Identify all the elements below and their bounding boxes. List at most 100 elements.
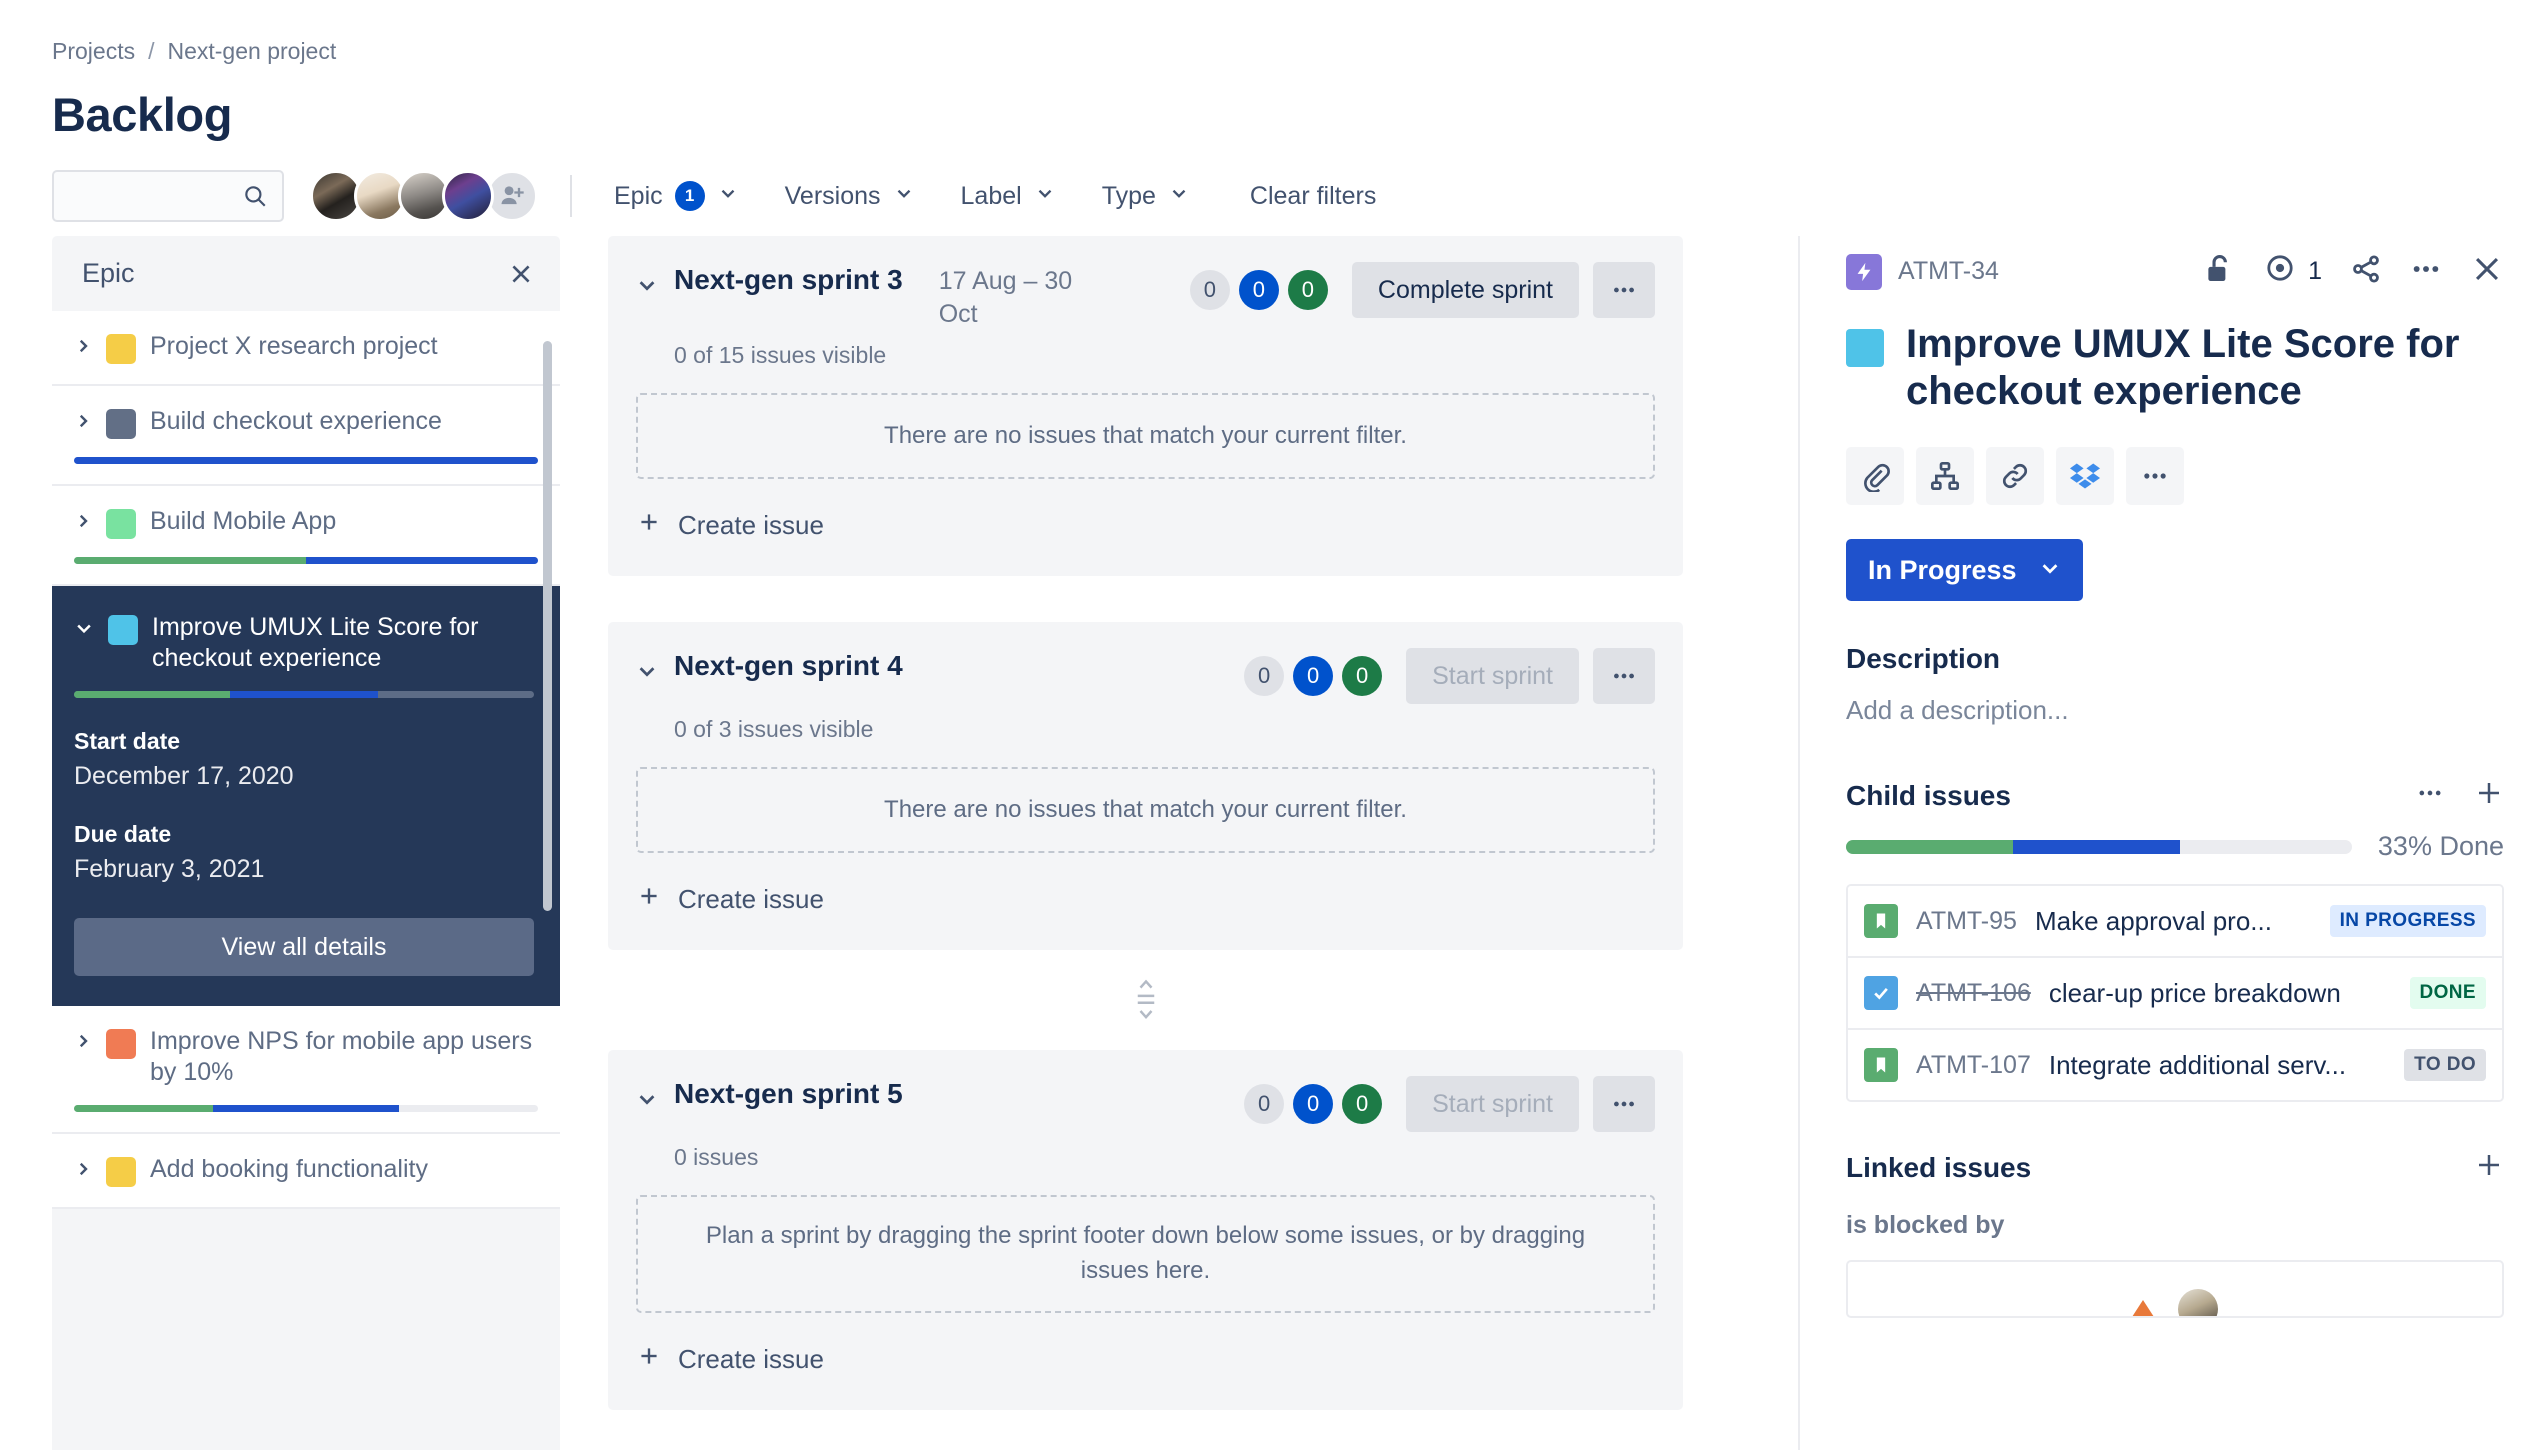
epic-name: Improve NPS for mobile app users by 10% — [150, 1027, 533, 1086]
description-placeholder[interactable]: Add a description... — [1846, 695, 2504, 726]
epic-color-swatch — [106, 1157, 136, 1187]
attach-icon[interactable] — [1846, 447, 1904, 506]
child-issues-progress-bar — [1846, 839, 2352, 854]
backlog-page: Projects / Next-gen project Backlog Epic… — [0, 0, 2538, 1450]
search-input[interactable] — [52, 170, 284, 222]
page-title: Backlog — [52, 88, 233, 141]
epic-list-item[interactable]: Build checkout experience — [52, 386, 560, 486]
status-badge: TO DO — [2404, 1049, 2486, 1082]
epic-color-swatch — [1846, 329, 1884, 367]
epic-progress-bar — [74, 557, 538, 564]
linked-issue-row[interactable] — [1846, 1260, 2504, 1319]
filter-label[interactable]: Label — [945, 172, 1072, 221]
breadcrumb-projects[interactable]: Projects — [52, 38, 135, 65]
child-issue-icon[interactable] — [1916, 447, 1974, 506]
story-icon — [1864, 904, 1898, 939]
epic-color-swatch — [106, 1029, 136, 1059]
epic-list-item[interactable]: Project X research project — [52, 311, 560, 386]
issue-key[interactable]: ATMT-34 — [1898, 257, 1999, 286]
more-actions-icon[interactable] — [2416, 779, 2444, 812]
child-issues-list: ATMT-95 Make approval pro... IN PROGRESS… — [1846, 884, 2504, 1103]
clear-filters-button[interactable]: Clear filters — [1234, 172, 1392, 221]
child-issues-title: Child issues — [1846, 779, 2011, 811]
filter-epic[interactable]: Epic 1 — [598, 171, 755, 221]
sprint-more-icon[interactable] — [1593, 648, 1655, 704]
chevron-right-icon[interactable] — [74, 1026, 92, 1055]
sprint-drag-handle[interactable] — [608, 978, 1683, 1022]
start-sprint-button[interactable]: Start sprint — [1406, 648, 1579, 704]
add-child-issue-icon[interactable] — [2474, 778, 2504, 813]
unlock-icon[interactable] — [2202, 252, 2236, 291]
epic-list-item-selected[interactable]: Improve UMUX Lite Score for checkout exp… — [52, 586, 560, 1006]
chevron-down-icon — [2039, 555, 2061, 586]
sprint-empty-state: Plan a sprint by dragging the sprint foo… — [636, 1195, 1655, 1313]
sprint-more-icon[interactable] — [1593, 1076, 1655, 1132]
chevron-down-icon[interactable] — [636, 262, 658, 301]
avatar-group[interactable] — [310, 170, 538, 222]
chevron-right-icon[interactable] — [74, 1154, 92, 1183]
chevron-down-icon[interactable] — [636, 648, 658, 687]
close-icon[interactable] — [2470, 252, 2504, 291]
count-todo: 0 — [1189, 270, 1230, 310]
eye-icon — [2264, 252, 2296, 291]
chevron-down-icon — [1168, 182, 1190, 211]
start-date-value: December 17, 2020 — [74, 762, 294, 790]
add-linked-issue-icon[interactable] — [2474, 1150, 2504, 1185]
epic-panel-scrollbar[interactable] — [543, 341, 552, 911]
create-issue-button[interactable]: Create issue — [636, 509, 1655, 542]
linked-issues-title: Linked issues — [1846, 1151, 2032, 1183]
status-dropdown-button[interactable]: In Progress — [1846, 539, 2083, 602]
detail-action-bar — [1846, 447, 2504, 506]
chevron-right-icon[interactable] — [74, 331, 92, 360]
epic-progress-bar — [74, 1105, 538, 1112]
epic-panel: Epic Project X research project Build ch… — [52, 236, 560, 1450]
child-issue-row[interactable]: ATMT-95 Make approval pro... IN PROGRESS — [1848, 886, 2502, 959]
sprint-issue-counts: 0 0 0 — [1244, 656, 1383, 696]
view-all-details-button[interactable]: View all details — [74, 918, 534, 976]
child-issue-row[interactable]: ATMT-107 Integrate additional serv... TO… — [1848, 1030, 2502, 1101]
sprint-more-icon[interactable] — [1593, 262, 1655, 318]
link-icon[interactable] — [1986, 447, 2044, 506]
issue-title[interactable]: Improve UMUX Lite Score for checkout exp… — [1906, 321, 2504, 415]
sprint-subtitle: 0 issues — [674, 1144, 759, 1170]
sprint-dates: 17 Aug – 30 Oct — [938, 267, 1073, 328]
filter-versions-label: Versions — [784, 181, 881, 210]
avatar[interactable] — [442, 170, 494, 222]
create-issue-button[interactable]: Create issue — [636, 883, 1655, 916]
child-issue-row[interactable]: ATMT-106 clear-up price breakdown DONE — [1848, 958, 2502, 1031]
child-issue-key: ATMT-107 — [1916, 1050, 2031, 1079]
filter-type[interactable]: Type — [1086, 172, 1206, 221]
epic-list-item[interactable]: Build Mobile App — [52, 486, 560, 586]
chevron-down-icon[interactable] — [74, 612, 94, 643]
more-actions-icon[interactable] — [2410, 253, 2442, 290]
dropbox-icon[interactable] — [2056, 447, 2114, 506]
epic-color-swatch — [106, 334, 136, 364]
chevron-down-icon[interactable] — [636, 1076, 658, 1115]
breadcrumb-project[interactable]: Next-gen project — [167, 38, 336, 65]
create-issue-button[interactable]: Create issue — [636, 1343, 1655, 1376]
share-icon[interactable] — [2350, 253, 2382, 290]
epic-list-item[interactable]: Improve NPS for mobile app users by 10% — [52, 1006, 560, 1134]
epic-name: Project X research project — [150, 332, 438, 360]
watch-control[interactable]: 1 — [2264, 252, 2322, 291]
sprint-card: Next-gen sprint 4 0 0 0 Start sprint 0 o… — [608, 622, 1683, 950]
close-icon[interactable] — [508, 261, 534, 287]
filter-versions[interactable]: Versions — [769, 172, 931, 221]
child-issue-summary: clear-up price breakdown — [2048, 977, 2341, 1008]
complete-sprint-button[interactable]: Complete sprint — [1351, 262, 1579, 318]
start-sprint-button[interactable]: Start sprint — [1406, 1076, 1579, 1132]
chevron-right-icon[interactable] — [74, 506, 92, 535]
create-issue-label: Create issue — [678, 1343, 824, 1374]
filter-type-label: Type — [1101, 181, 1156, 210]
more-actions-icon[interactable] — [2126, 447, 2184, 506]
count-inprogress: 0 — [1293, 1084, 1334, 1124]
epic-progress-bar — [74, 457, 538, 464]
epic-list-item[interactable]: Add booking functionality — [52, 1134, 560, 1209]
chevron-right-icon[interactable] — [74, 406, 92, 435]
create-issue-label: Create issue — [678, 884, 824, 914]
filter-epic-label: Epic — [614, 181, 663, 210]
start-date-label: Start date — [74, 728, 181, 754]
sprint-name: Next-gen sprint 3 — [674, 264, 903, 295]
sprint-subtitle: 0 of 15 issues visible — [674, 342, 887, 368]
count-done: 0 — [1342, 1084, 1383, 1124]
